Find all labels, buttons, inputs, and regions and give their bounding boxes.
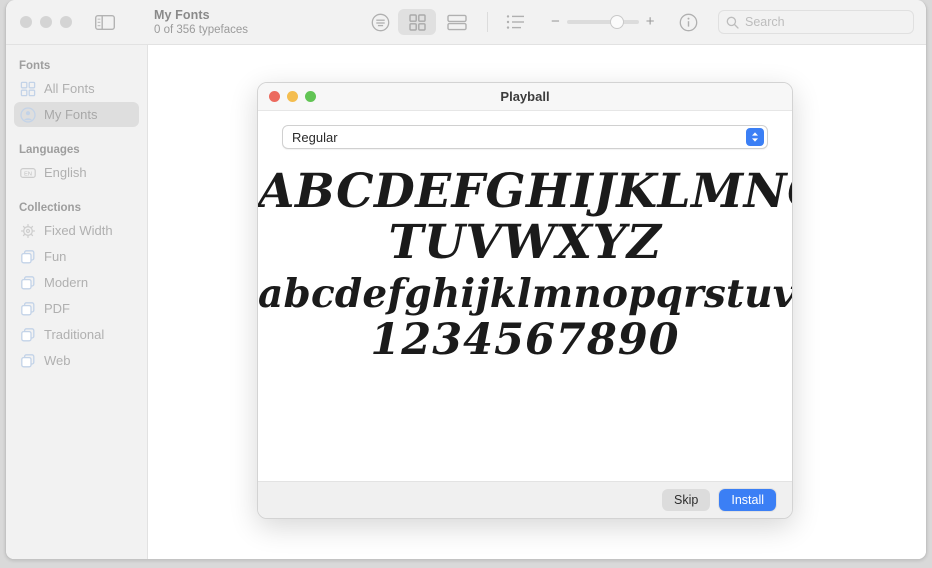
sidebar-item-pdf[interactable]: PDF bbox=[14, 296, 139, 321]
info-button[interactable] bbox=[673, 9, 705, 35]
sidebar-item-all-fonts[interactable]: All Fonts bbox=[14, 76, 139, 101]
collection-icon bbox=[20, 301, 36, 317]
sidebar-item-modern[interactable]: Modern bbox=[14, 270, 139, 295]
info-circle-icon bbox=[679, 13, 698, 32]
toolbar-divider bbox=[487, 12, 488, 32]
font-style-popup-button[interactable]: Regular bbox=[282, 125, 768, 149]
sidebar-item-label: All Fonts bbox=[44, 81, 95, 96]
search-icon bbox=[726, 16, 739, 29]
collection-icon bbox=[20, 275, 36, 291]
preview-uppercase-line-2: TUVWXYZ bbox=[258, 218, 792, 269]
sidebar-item-fixed-width[interactable]: Fixed Width bbox=[14, 218, 139, 243]
chevron-up-down-icon bbox=[746, 128, 764, 146]
person-circle-icon bbox=[20, 107, 36, 123]
sidebar-item-label: Fixed Width bbox=[44, 223, 113, 238]
collection-icon bbox=[20, 327, 36, 343]
skip-button[interactable]: Skip bbox=[662, 489, 710, 511]
sidebar-item-label: My Fonts bbox=[44, 107, 97, 122]
font-preview: ABCDEFGHIJKLMNOPQRS TUVWXYZ abcdefghijkl… bbox=[258, 167, 792, 363]
toolbar: My Fonts 0 of 356 typefaces bbox=[6, 0, 927, 45]
sidebar-item-label: Traditional bbox=[44, 327, 104, 342]
sidebar: Fonts All Fonts My Fonts Languages bbox=[6, 45, 148, 560]
close-button[interactable] bbox=[20, 16, 32, 28]
dialog-title: Playball bbox=[258, 89, 792, 104]
list-view-button[interactable] bbox=[499, 9, 531, 35]
zoom-button[interactable] bbox=[60, 16, 72, 28]
view-mode-group: − + bbox=[364, 9, 705, 35]
sidebar-item-web[interactable]: Web bbox=[14, 348, 139, 373]
zoom-out-label[interactable]: − bbox=[551, 17, 560, 27]
toolbar-title-block: My Fonts 0 of 356 typefaces bbox=[154, 8, 354, 37]
sidebar-section-header-languages: Languages bbox=[6, 139, 147, 159]
collection-icon bbox=[20, 249, 36, 265]
screen: My Fonts 0 of 356 typefaces bbox=[0, 0, 932, 568]
typeface-count: 0 of 356 typefaces bbox=[154, 23, 354, 37]
zoom-slider-control[interactable]: − + bbox=[551, 17, 655, 27]
install-button[interactable]: Install bbox=[719, 489, 776, 511]
sidebar-toggle-button[interactable] bbox=[92, 9, 118, 35]
minimize-button[interactable] bbox=[40, 16, 52, 28]
collection-icon bbox=[20, 353, 36, 369]
grid-view-button[interactable] bbox=[398, 9, 436, 35]
dialog-title-bar: Playball bbox=[258, 83, 792, 111]
dialog-body: Regular ABCDEFGHIJKLMNOPQRS TUVWXYZ abcd… bbox=[258, 111, 792, 483]
repertoire-view-button[interactable] bbox=[438, 9, 476, 35]
sidebar-item-my-fonts[interactable]: My Fonts bbox=[14, 102, 139, 127]
zoom-slider-knob[interactable] bbox=[610, 15, 624, 29]
sample-text-icon bbox=[371, 13, 390, 32]
list-view-icon bbox=[506, 14, 525, 30]
sidebar-section-header-collections: Collections bbox=[6, 197, 147, 217]
page-title: My Fonts bbox=[154, 8, 354, 23]
zoom-in-label[interactable]: + bbox=[646, 17, 655, 27]
sidebar-item-traditional[interactable]: Traditional bbox=[14, 322, 139, 347]
preview-uppercase-line-1: ABCDEFGHIJKLMNOPQRS bbox=[258, 167, 792, 218]
window-traffic-lights bbox=[20, 16, 72, 28]
repertoire-view-icon bbox=[447, 14, 467, 31]
preview-digits-line: 1234567890 bbox=[258, 317, 792, 363]
sidebar-toggle-icon bbox=[95, 15, 115, 30]
sidebar-item-english[interactable]: EN English bbox=[14, 160, 139, 185]
sidebar-item-label: PDF bbox=[44, 301, 70, 316]
sidebar-section-header-fonts: Fonts bbox=[6, 55, 147, 75]
grid-view-icon bbox=[409, 14, 426, 31]
sidebar-item-label: English bbox=[44, 165, 87, 180]
zoom-slider-track[interactable] bbox=[567, 20, 639, 24]
sample-view-button[interactable] bbox=[364, 9, 396, 35]
sidebar-item-fun[interactable]: Fun bbox=[14, 244, 139, 269]
sidebar-item-label: Web bbox=[44, 353, 71, 368]
dialog-footer: Skip Install bbox=[258, 481, 792, 518]
search-placeholder: Search bbox=[745, 15, 785, 29]
font-style-value: Regular bbox=[292, 130, 338, 145]
language-en-badge-icon: EN bbox=[20, 165, 36, 181]
font-install-dialog: Playball Regular ABCDEFGHIJKLMNOPQRS TUV… bbox=[257, 82, 793, 519]
sidebar-item-label: Modern bbox=[44, 275, 88, 290]
preview-lowercase-line: abcdefghijklmnopqrstuvwxyz bbox=[258, 273, 792, 315]
sidebar-item-label: Fun bbox=[44, 249, 66, 264]
font-book-window: My Fonts 0 of 356 typefaces bbox=[5, 0, 927, 560]
grid-icon bbox=[20, 81, 36, 97]
search-field[interactable]: Search bbox=[718, 10, 914, 34]
svg-text:EN: EN bbox=[24, 171, 32, 177]
gear-icon bbox=[20, 223, 36, 239]
